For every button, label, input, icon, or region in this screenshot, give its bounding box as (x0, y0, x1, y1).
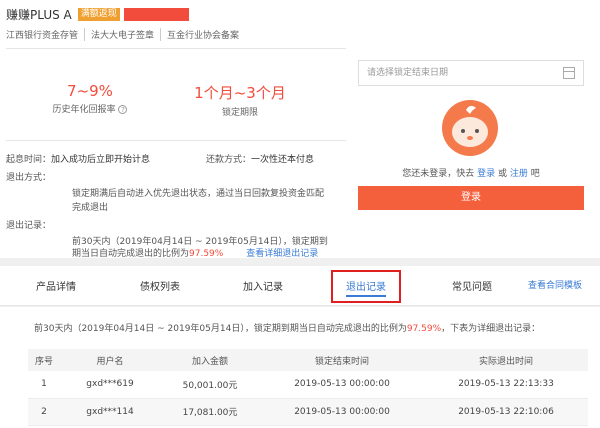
tag-cashback: 满额返现 (77, 8, 120, 21)
repay-method: 还款方式：一次性还本付息 (206, 155, 315, 165)
tab-debt-list[interactable]: 债权列表 (140, 278, 180, 293)
login-panel: 请选择锁定结束日期 您还未登录，快去 登录 或 注册 吧 登录 (358, 60, 584, 210)
badge-esign: 法大大电子签章 (85, 28, 162, 41)
exit-record-line2: 期当日自动完成退出的比例为97.59% 查看详细退出记录 (72, 249, 319, 259)
tab-bar: 产品详情 债权列表 加入记录 退出记录 常见问题 查看合同模板 (0, 266, 600, 306)
help-icon[interactable]: ? (118, 105, 128, 114)
col-index: 序号 (28, 349, 60, 371)
badge-bank: 江西银行资金存管 (6, 28, 86, 41)
col-amount: 加入金额 (160, 349, 260, 371)
tab-join-records[interactable]: 加入记录 (243, 278, 283, 293)
calendar-icon[interactable] (563, 67, 575, 79)
date-picker-input[interactable]: 请选择锁定结束日期 (358, 60, 584, 86)
rate-value: 7~9% (67, 82, 113, 100)
product-panel: 赚赚PLUS A 满额返现 最高享3%返现 江西银行资金存管 法大大电子签章 互… (0, 0, 600, 259)
col-exit-time: 实际退出时间 (424, 349, 588, 371)
mascot-icon (452, 105, 488, 147)
login-note: 您还未登录，快去 登录 或 注册 吧 (402, 169, 540, 179)
trust-badges: 江西银行资金存管 法大大电子签章 互金行业协会备案 (6, 28, 245, 41)
start-time: 起息时间：加入成功后立即开始计息 (6, 155, 151, 165)
period-label: 锁定期限 (221, 108, 258, 118)
table-row: 2 gxd***114 17,081.00元 2019-05-13 00:00:… (28, 398, 588, 426)
exit-pct: 97.59% (189, 249, 224, 259)
highlight-annotation (331, 270, 401, 303)
login-link[interactable]: 登录 (477, 169, 495, 179)
exit-method-line1: 锁定期满后自动进入优先退出状态，通过当日回款复投资金匹配 (72, 189, 325, 199)
exit-method-label: 退出方式： (6, 173, 52, 183)
col-username: 用户名 (60, 349, 160, 371)
divider (6, 48, 346, 49)
tag-max-cashback: 最高享3%返现 (123, 8, 190, 21)
product-title: 赚赚PLUS A (6, 8, 72, 22)
tab-faq[interactable]: 常见问题 (452, 278, 492, 293)
records-summary: 前30天内（2019年04月14日 ~ 2019年05月14日），锁定期到期当日… (34, 324, 541, 334)
exit-record-label: 退出记录： (6, 221, 52, 231)
badge-association: 互金行业协会备案 (167, 31, 240, 41)
exit-records-table: 序号 用户名 加入金额 锁定结束时间 实际退出时间 1 gxd***619 50… (28, 349, 588, 426)
tab-product-details[interactable]: 产品详情 (36, 278, 76, 293)
register-link[interactable]: 注册 (510, 169, 528, 179)
exit-records-panel: 前30天内（2019年04月14日 ~ 2019年05月14日），锁定期到期当日… (0, 307, 600, 428)
table-row: 1 gxd***619 50,001.00元 2019-05-13 00:00:… (28, 371, 588, 399)
rate-label: 历史年化回报率 ? (40, 102, 140, 115)
login-button[interactable]: 登录 (358, 186, 584, 210)
rate-stat: 7~9% 历史年化回报率 ? (40, 82, 140, 115)
period-stat: 1个月~3个月 锁定期限 (190, 82, 290, 118)
period-value: 1个月~3个月 (194, 84, 286, 102)
divider (6, 140, 346, 141)
exit-method-line2: 完成退出 (72, 203, 109, 213)
exit-record-link[interactable]: 查看详细退出记录 (246, 249, 318, 259)
contract-template-link[interactable]: 查看合同模板 (528, 278, 582, 291)
title-row: 赚赚PLUS A 满额返现 最高享3%返现 (6, 6, 193, 23)
avatar (442, 100, 498, 156)
col-lock-end: 锁定结束时间 (260, 349, 424, 371)
table-header: 序号 用户名 加入金额 锁定结束时间 实际退出时间 (28, 349, 588, 371)
